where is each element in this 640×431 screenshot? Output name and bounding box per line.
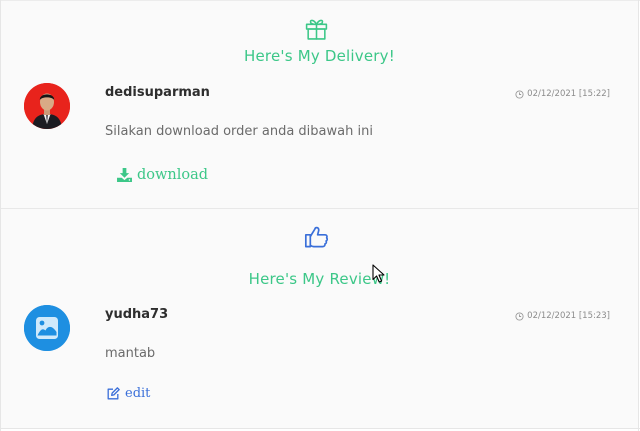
delivery-section: Here's My Delivery! dedisuparman 02/12/2… — [1, 1, 638, 208]
review-section: Here's My Review! yudha73 02/12/2021 [15… — [1, 209, 638, 428]
clock-icon — [515, 311, 524, 321]
mouse-pointer-icon — [372, 264, 385, 283]
review-message: mantab — [105, 346, 156, 361]
download-link[interactable]: download — [117, 167, 208, 183]
gift-icon — [305, 19, 328, 40]
edit-icon — [107, 386, 120, 399]
download-link-label: download — [137, 167, 209, 183]
left-border — [0, 0, 1, 431]
review-username: yudha73 — [105, 307, 169, 322]
download-icon — [117, 168, 132, 182]
right-border — [638, 0, 639, 431]
delivery-timestamp: 02/12/2021 [15:22] — [515, 89, 610, 99]
review-timestamp: 02/12/2021 [15:23] — [515, 311, 610, 321]
thumbs-up-icon — [304, 226, 329, 248]
review-timestamp-text: 02/12/2021 [15:23] — [527, 311, 610, 321]
delivery-username: dedisuparman — [105, 85, 210, 100]
bottom-border — [0, 428, 640, 429]
clock-icon — [515, 89, 524, 99]
avatar[interactable] — [24, 83, 70, 129]
edit-link[interactable]: edit — [106, 386, 150, 401]
delivery-timestamp-text: 02/12/2021 [15:22] — [527, 89, 610, 99]
image-placeholder-icon — [24, 305, 70, 351]
avatar[interactable] — [24, 305, 70, 351]
delivery-message: Silakan download order anda dibawah ini — [105, 124, 373, 139]
user-photo — [24, 83, 70, 129]
delivery-title: Here's My Delivery! — [244, 47, 395, 65]
edit-link-label: edit — [125, 386, 151, 401]
review-title: Here's My Review! — [248, 270, 391, 288]
